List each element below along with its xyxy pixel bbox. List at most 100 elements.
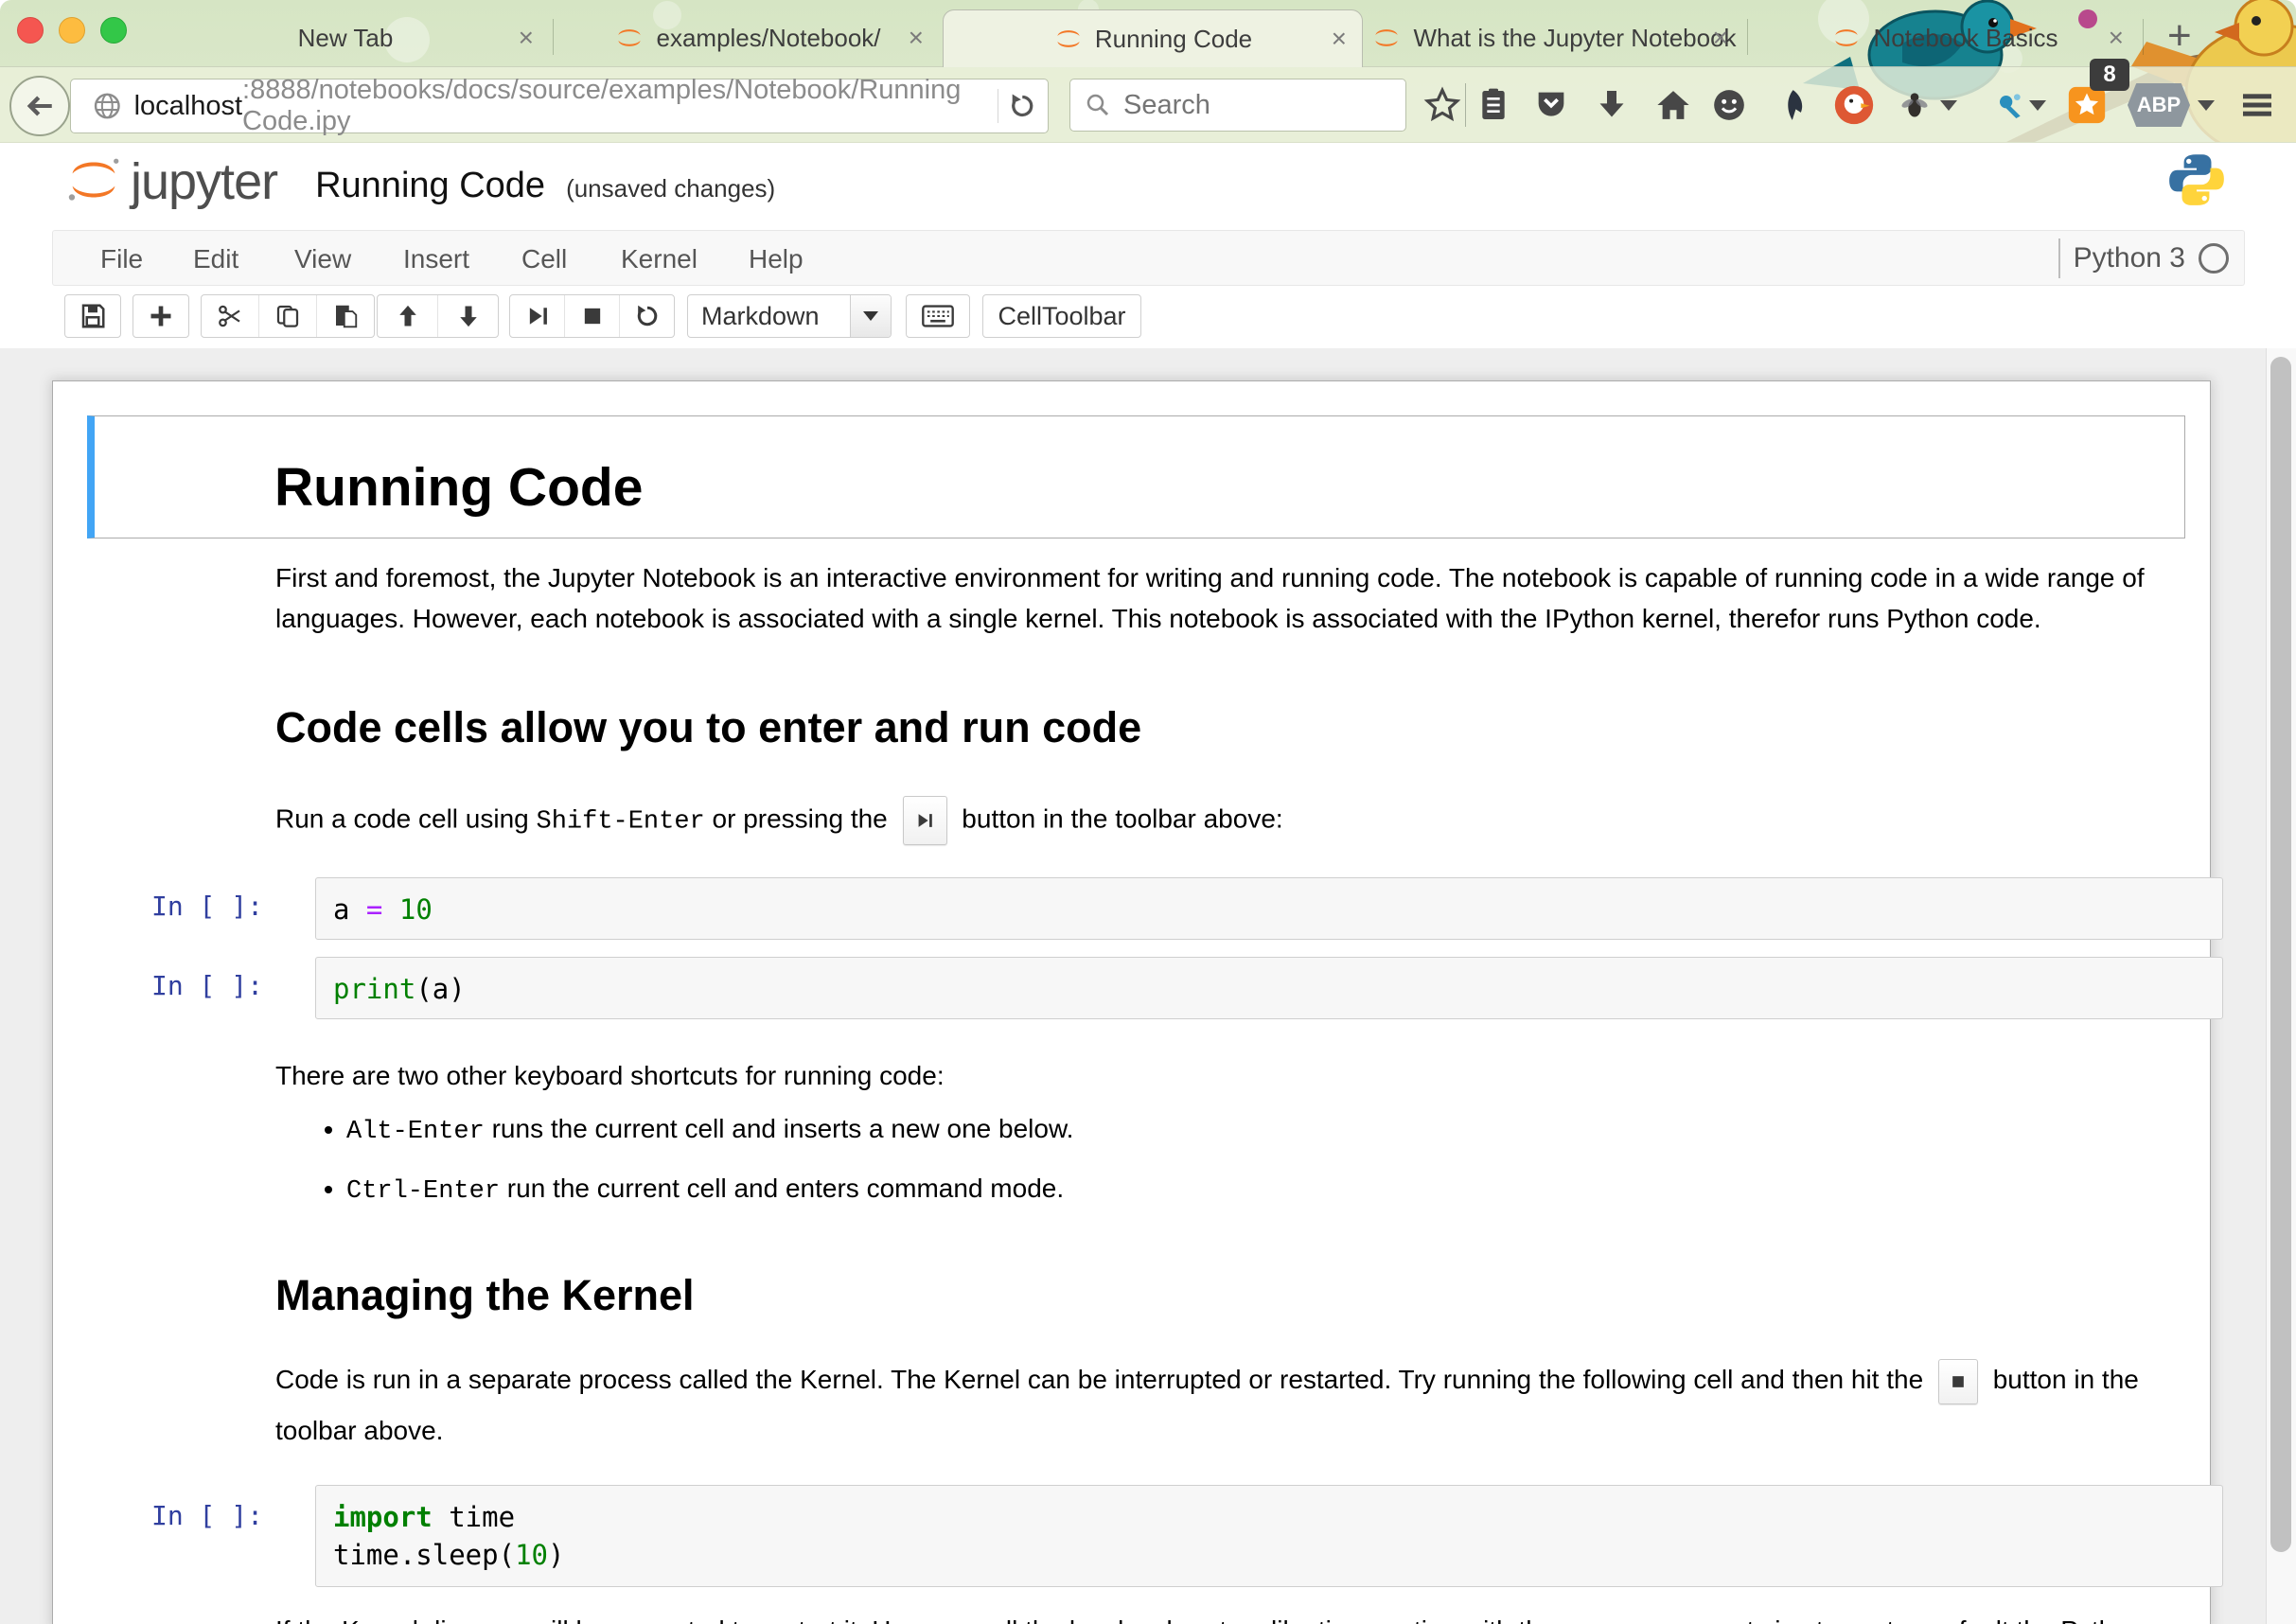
url-bar[interactable]: localhost:8888/notebooks/docs/source/exa… [70, 79, 1049, 133]
menu-bar: File Edit View Insert Cell Kernel Help P… [52, 230, 2245, 286]
reload-button[interactable] [1007, 89, 1038, 123]
paste-icon [331, 302, 360, 330]
menu-cell[interactable]: Cell [521, 244, 567, 274]
shortcuts-list: Alt-Enter runs the current cell and inse… [310, 1108, 1073, 1227]
menu-button[interactable] [2232, 79, 2283, 131]
globe-icon[interactable] [92, 89, 123, 123]
reading-list-button[interactable] [1468, 79, 1519, 131]
back-button[interactable] [9, 76, 70, 136]
window-zoom-button[interactable] [100, 17, 127, 44]
restart-kernel-button[interactable] [619, 295, 674, 337]
move-cell-up-button[interactable] [378, 295, 437, 337]
tab-label: Running Code [1095, 25, 1252, 54]
duckduckgo-addon-button[interactable] [1828, 79, 1880, 131]
fly-addon-dropdown-caret[interactable] [1940, 100, 1957, 111]
menu-help[interactable]: Help [749, 244, 804, 274]
tab-close-icon[interactable]: × [519, 23, 534, 53]
save-button[interactable] [65, 295, 120, 337]
tab-what-is-jupyter[interactable]: What is the Jupyter Notebook × [1365, 9, 1743, 66]
home-button[interactable] [1648, 79, 1699, 131]
paste-cell-button[interactable] [316, 295, 374, 337]
abp-dropdown-caret[interactable] [2198, 100, 2215, 111]
scrollbar-thumb[interactable] [2270, 357, 2291, 1552]
stop-icon [579, 303, 606, 329]
insert-cell-button[interactable] [133, 295, 188, 337]
duckduckgo-icon [1833, 84, 1875, 126]
jupyter-logo-icon[interactable] [66, 152, 121, 207]
list-item: Alt-Enter runs the current cell and inse… [346, 1108, 1073, 1153]
menu-kernel[interactable]: Kernel [621, 244, 698, 274]
run-cell-button[interactable] [510, 295, 564, 337]
inline-stop-button-image [1938, 1359, 1978, 1404]
cut-cell-button[interactable] [202, 295, 258, 337]
downloads-button[interactable] [1586, 79, 1637, 131]
select-dropdown-arrow[interactable] [850, 295, 891, 337]
menu-insert[interactable]: Insert [403, 244, 469, 274]
copy-icon [274, 302, 302, 330]
tab-close-icon[interactable]: × [1713, 23, 1728, 53]
tab-notebook-basics[interactable]: Notebook Basics × [1751, 9, 2139, 66]
search-icon [1084, 91, 1112, 119]
pocket-icon [1532, 86, 1570, 124]
copy-cell-button[interactable] [258, 295, 316, 337]
code-input-area[interactable]: print(a) [315, 957, 2223, 1019]
forum-addon-button[interactable] [1704, 79, 1755, 131]
cell-type-select[interactable]: Markdown [687, 294, 892, 338]
bookmark-star-button[interactable] [1417, 79, 1468, 131]
tab-label: New Tab [298, 24, 394, 53]
kbd-ctrl-enter: Ctrl-Enter [346, 1177, 500, 1206]
jupyter-favicon [1831, 23, 1862, 53]
new-tab-button[interactable]: + [2167, 11, 2192, 61]
tab-examples-notebook[interactable]: examples/Notebook/ × [556, 9, 939, 66]
smiley-icon [1710, 86, 1748, 124]
tab-close-icon[interactable]: × [2109, 23, 2124, 53]
menu-file[interactable]: File [100, 244, 143, 274]
list-item: Ctrl-Enter run the current cell and ente… [346, 1168, 1073, 1212]
kernel-paragraph: Code is run in a separate process called… [275, 1354, 2180, 1456]
autosave-status: (unsaved changes) [566, 169, 775, 207]
blue-addon-button[interactable] [1984, 79, 2035, 131]
star-icon [1422, 85, 1462, 125]
window-close-button[interactable] [17, 17, 44, 44]
menu-edit[interactable]: Edit [193, 244, 238, 274]
code-input-area[interactable]: a = 10 [315, 877, 2223, 940]
jupyter-header: jupyter Running Code (unsaved changes) F… [0, 143, 2296, 348]
search-input[interactable] [1122, 89, 1352, 122]
code-input-area[interactable]: import time time.sleep(10) [315, 1485, 2223, 1587]
refresh-icon [634, 303, 661, 329]
notebook-toolbar: Markdown CellToolbar [0, 287, 2296, 349]
addon-badge: 8 [2090, 59, 2129, 91]
search-box[interactable] [1069, 79, 1406, 132]
blue-addon-dropdown-caret[interactable] [2029, 100, 2046, 111]
scrollbar-track[interactable] [2266, 348, 2296, 1624]
tab-new-tab[interactable]: New Tab × [142, 9, 549, 66]
window-minimize-button[interactable] [59, 17, 85, 44]
cell-toolbar-button[interactable]: CellToolbar [982, 294, 1141, 338]
cell-type-value: Markdown [688, 302, 820, 331]
feather-addon-button[interactable] [1766, 79, 1817, 131]
save-icon [79, 302, 107, 330]
tab-close-icon[interactable]: × [1332, 24, 1347, 54]
hamburger-icon [2238, 86, 2276, 124]
pocket-button[interactable] [1526, 79, 1577, 131]
tab-running-code-active[interactable]: Running Code × [943, 9, 1363, 67]
kbd-alt-enter: Alt-Enter [346, 1118, 485, 1146]
notebook-title[interactable]: Running Code [315, 164, 545, 207]
run-icon [914, 810, 935, 831]
markdown-cell-title[interactable]: Running Code [87, 415, 2185, 538]
fly-addon-button[interactable] [1889, 79, 1940, 131]
kbd-shift-enter: Shift-Enter [537, 807, 705, 836]
blue-addon-icon [1990, 86, 2028, 124]
browser-window: New Tab × examples/Notebook/ × Running C… [0, 0, 2296, 1624]
jupyter-logo-text[interactable]: jupyter [131, 156, 277, 207]
tab-divider [553, 19, 554, 55]
adblock-plus-button[interactable]: ABP [2128, 83, 2190, 127]
command-palette-button[interactable] [907, 295, 969, 337]
interrupt-kernel-button[interactable] [564, 295, 619, 337]
notebook-h1: Running Code [274, 456, 643, 519]
move-cell-down-button[interactable] [437, 295, 498, 337]
tab-divider [1747, 19, 1748, 55]
section-heading-kernel: Managing the Kernel [275, 1271, 695, 1320]
tab-close-icon[interactable]: × [909, 23, 924, 53]
menu-view[interactable]: View [294, 244, 351, 274]
